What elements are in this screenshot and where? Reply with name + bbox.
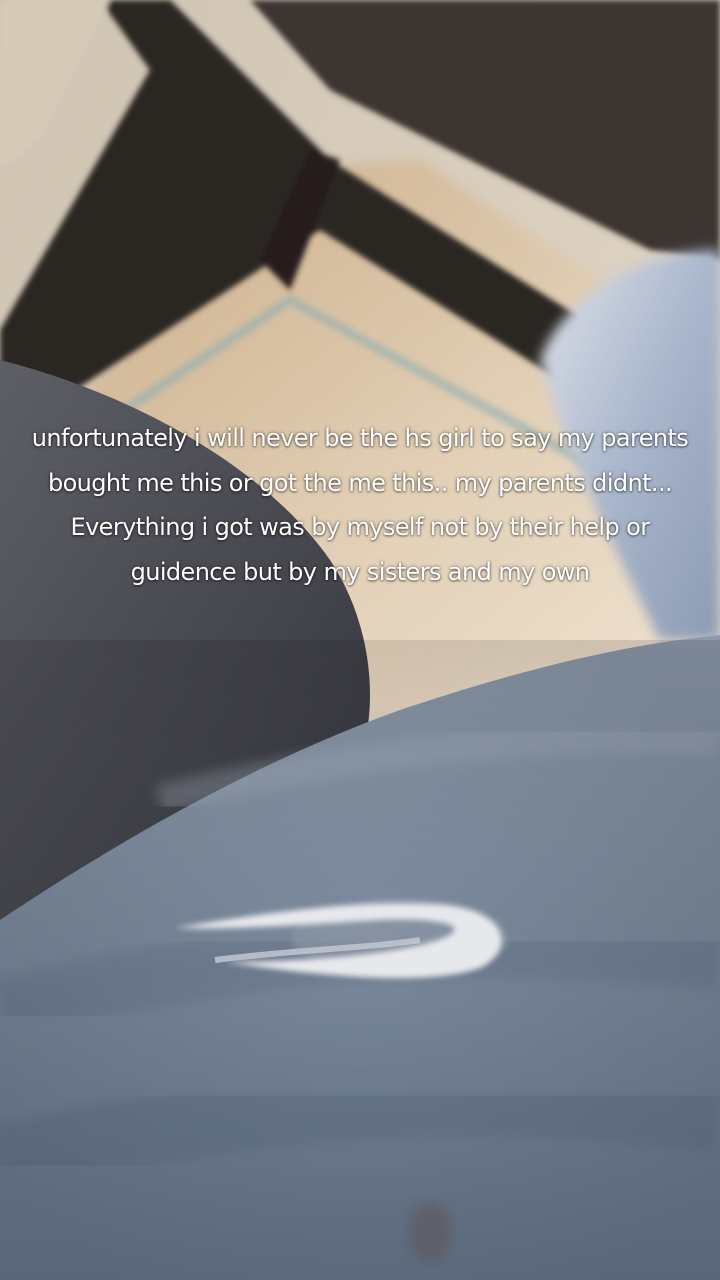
caption-text: unfortunately i will never be the hs gir…: [31, 424, 689, 586]
stain: [408, 1202, 452, 1262]
photo-scene: unfortunately i will never be the hs gir…: [0, 0, 720, 1280]
background-photo: [0, 0, 720, 1280]
